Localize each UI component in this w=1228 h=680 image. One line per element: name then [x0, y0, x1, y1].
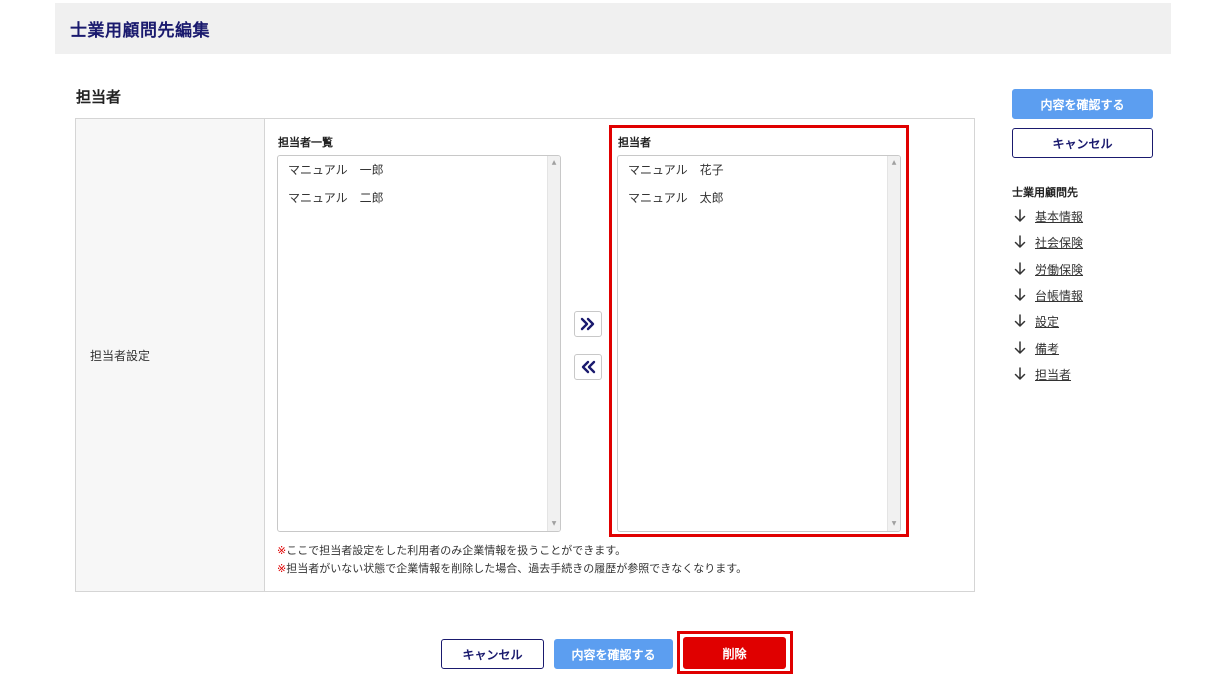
- arrow-down-icon: [1012, 234, 1028, 250]
- side-nav-link[interactable]: 労働保険: [1035, 261, 1083, 278]
- note-mark: ※: [277, 544, 287, 557]
- arrow-down-icon: [1012, 287, 1028, 303]
- sidebar-confirm-button[interactable]: 内容を確認する: [1012, 89, 1153, 119]
- side-nav-item-remarks[interactable]: 備考: [1012, 340, 1059, 356]
- double-chevron-right-icon: [580, 317, 596, 331]
- side-nav-link[interactable]: 備考: [1035, 340, 1059, 357]
- move-right-button[interactable]: [574, 311, 602, 337]
- arrow-down-icon: [1012, 261, 1028, 277]
- side-nav-item-ledger[interactable]: 台帳情報: [1012, 287, 1083, 303]
- arrow-down-icon: [1012, 208, 1028, 224]
- selected-list-highlight: [609, 125, 909, 537]
- delete-button-highlight: [677, 631, 793, 674]
- row-label-cell: 担当者設定: [76, 119, 265, 591]
- side-nav-link[interactable]: 社会保険: [1035, 234, 1083, 251]
- scroll-down-icon[interactable]: ▼: [548, 519, 560, 529]
- note-mark: ※: [277, 562, 287, 575]
- side-nav-item-labor-insurance[interactable]: 労働保険: [1012, 261, 1083, 277]
- page-title: 士業用顧問先編集: [70, 21, 210, 41]
- sidebar-cancel-button[interactable]: キャンセル: [1012, 128, 1153, 158]
- side-nav-link[interactable]: 台帳情報: [1035, 287, 1083, 304]
- side-nav-link[interactable]: 設定: [1035, 313, 1059, 330]
- side-nav-link[interactable]: 基本情報: [1035, 208, 1083, 225]
- scroll-up-icon[interactable]: ▲: [548, 158, 560, 168]
- footer-confirm-button[interactable]: 内容を確認する: [554, 639, 673, 669]
- move-left-button[interactable]: [574, 354, 602, 380]
- list-item[interactable]: マニュアル 一郎: [278, 162, 546, 190]
- note-text: ここで担当者設定をした利用者のみ企業情報を扱うことができます。: [286, 544, 627, 557]
- available-listbox[interactable]: マニュアル 一郎 マニュアル 二郎 ▲ ▼: [277, 155, 561, 532]
- footer-cancel-button[interactable]: キャンセル: [441, 639, 544, 669]
- note-line: ※担当者がいない状態で企業情報を削除した場合、過去手続きの履歴が参照できなくなり…: [277, 560, 747, 576]
- side-nav-link[interactable]: 担当者: [1035, 366, 1071, 383]
- row-label: 担当者設定: [90, 349, 151, 363]
- side-nav-item-social-insurance[interactable]: 社会保険: [1012, 234, 1083, 250]
- side-nav-item-basic[interactable]: 基本情報: [1012, 208, 1083, 224]
- page-header: 士業用顧問先編集: [55, 3, 1171, 54]
- arrow-down-icon: [1012, 340, 1028, 356]
- note-line: ※ここで担当者設定をした利用者のみ企業情報を扱うことができます。: [277, 542, 626, 558]
- side-nav-item-settings[interactable]: 設定: [1012, 313, 1059, 329]
- section-title: 担当者: [76, 88, 122, 106]
- scrollbar[interactable]: ▲ ▼: [547, 156, 560, 531]
- side-nav-item-assignee[interactable]: 担当者: [1012, 366, 1071, 382]
- arrow-down-icon: [1012, 313, 1028, 329]
- side-nav-title: 士業用顧問先: [1012, 186, 1078, 199]
- list-item[interactable]: マニュアル 二郎: [278, 190, 546, 218]
- available-list-heading: 担当者一覧: [278, 136, 333, 149]
- double-chevron-left-icon: [580, 360, 596, 374]
- note-text: 担当者がいない状態で企業情報を削除した場合、過去手続きの履歴が参照できなくなりま…: [286, 562, 748, 575]
- arrow-down-icon: [1012, 366, 1028, 382]
